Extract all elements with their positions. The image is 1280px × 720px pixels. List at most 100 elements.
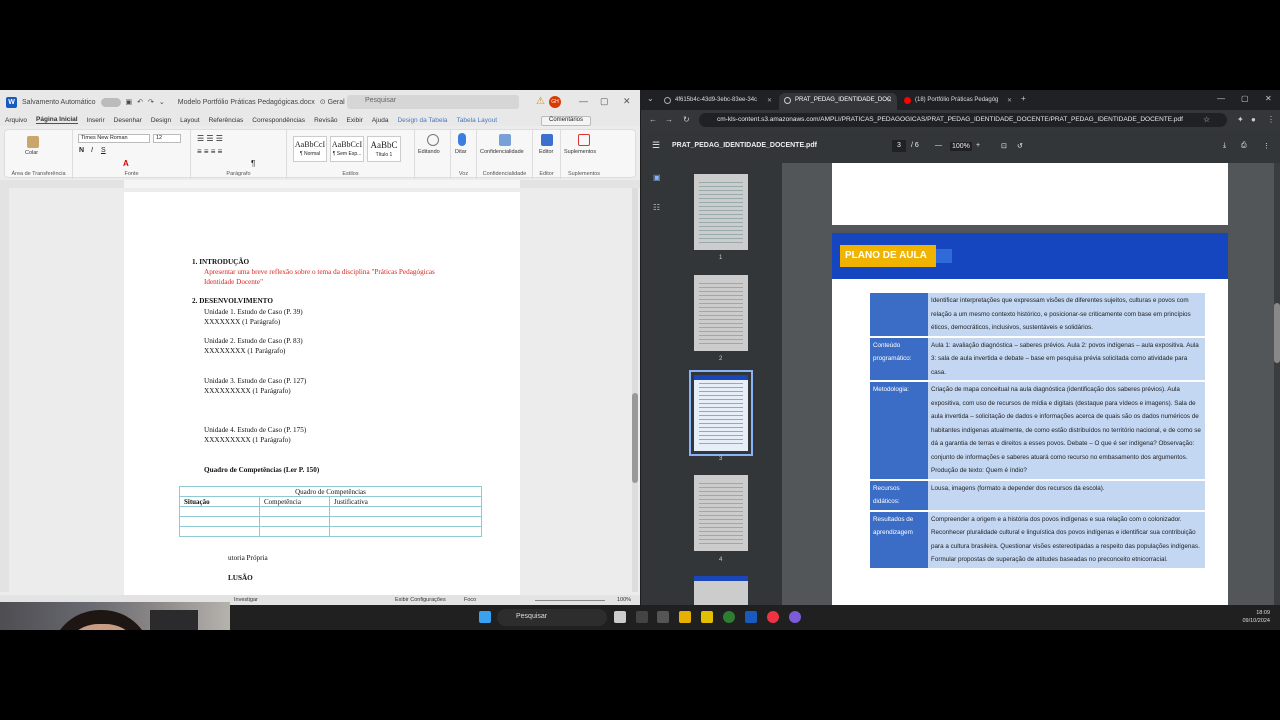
pdf-scrollbar[interactable]: [1274, 163, 1280, 605]
download-icon[interactable]: ⤓: [1223, 142, 1226, 150]
zoom-input[interactable]: 100%: [950, 142, 972, 151]
find-icon[interactable]: [427, 134, 439, 146]
paste-button[interactable]: Colar: [25, 150, 38, 156]
tab-exibir[interactable]: Exibir: [347, 117, 363, 124]
reload-icon[interactable]: ↻: [683, 115, 690, 124]
minimize-icon[interactable]: —: [1217, 94, 1225, 103]
close-icon[interactable]: ✕: [1265, 94, 1272, 103]
address-bar[interactable]: cm-kls-content.s3.amazonaws.com/AMPLI/PR…: [699, 113, 1227, 127]
folder-icon[interactable]: [679, 611, 691, 623]
editor-icon[interactable]: [541, 134, 553, 146]
more-options-icon[interactable]: ⋮: [1263, 142, 1270, 150]
undo-icon[interactable]: ↶: [137, 98, 143, 106]
vertical-ruler[interactable]: [0, 188, 9, 592]
font-size-select[interactable]: 12: [153, 134, 181, 143]
investigate-button[interactable]: Investigar: [234, 597, 258, 603]
app-icon[interactable]: [789, 611, 801, 623]
warning-icon[interactable]: ⚠: [536, 96, 545, 107]
pdf-viewer[interactable]: PLANO DE AULA Identificar interpretações…: [782, 163, 1280, 605]
tab-search-icon[interactable]: ⌄: [647, 94, 654, 103]
taskbar-clock[interactable]: 18:09 09/10/2024: [1230, 609, 1270, 625]
page-thumbnail[interactable]: [694, 275, 748, 351]
tab-pagina-inicial[interactable]: Página Inicial: [36, 116, 78, 124]
maximize-icon[interactable]: ▢: [1241, 94, 1249, 103]
font-color-icon[interactable]: A: [123, 159, 129, 168]
start-icon[interactable]: [479, 611, 491, 623]
sensitivity-icon[interactable]: [499, 134, 511, 146]
sidebar-menu-icon[interactable]: ☰: [652, 140, 660, 151]
close-tab-icon[interactable]: ✕: [1007, 97, 1012, 104]
addins-button[interactable]: Suplementos: [564, 149, 596, 155]
app-icon[interactable]: [636, 611, 648, 623]
addins-icon[interactable]: [578, 134, 590, 146]
comments-button[interactable]: Comentários: [541, 116, 591, 126]
new-tab-icon[interactable]: +: [1021, 94, 1026, 103]
style-normal[interactable]: AaBbCcI ¶ Normal: [293, 136, 327, 162]
paste-icon[interactable]: [27, 136, 39, 148]
tab-arquivo[interactable]: Arquivo: [5, 117, 27, 124]
align-icon[interactable]: ≡ ≡ ≡ ≡: [197, 147, 222, 156]
taskbar-search[interactable]: Pesquisar: [497, 609, 607, 626]
maximize-icon[interactable]: ▢: [600, 96, 609, 107]
word-search-input[interactable]: Pesquisar: [347, 95, 519, 109]
minimize-icon[interactable]: —: [579, 96, 588, 106]
browser-tab[interactable]: (18) Portfólio Práticas Pedagóg ✕: [899, 93, 1017, 110]
outline-icon[interactable]: ☷: [653, 203, 660, 212]
pilcrow-icon[interactable]: ¶: [251, 159, 255, 168]
forward-icon[interactable]: →: [665, 115, 673, 124]
page-number-input[interactable]: 3: [892, 140, 906, 152]
chrome-icon[interactable]: [767, 611, 779, 623]
terminal-icon[interactable]: [657, 611, 669, 623]
close-icon[interactable]: ✕: [623, 96, 631, 107]
page-thumbnail[interactable]: [694, 174, 748, 250]
tab-design[interactable]: Design: [151, 117, 171, 124]
browser-tab-active[interactable]: PRAT_PEDAG_IDENTIDADE_DOC ✕: [779, 93, 897, 110]
editing-button[interactable]: Editando: [418, 149, 440, 155]
tab-inserir[interactable]: Inserir: [87, 117, 105, 124]
tab-revisao[interactable]: Revisão: [314, 117, 337, 124]
chrome-menu-icon[interactable]: ⋮: [1267, 115, 1275, 124]
word-scrollbar[interactable]: [632, 188, 638, 592]
thumbnails-icon[interactable]: ▣: [653, 173, 661, 182]
redo-icon[interactable]: ↷: [148, 98, 154, 106]
app-icon[interactable]: [723, 611, 735, 623]
customize-icon[interactable]: ⌄: [159, 98, 165, 106]
close-tab-icon[interactable]: ✕: [767, 97, 772, 104]
back-icon[interactable]: ←: [649, 115, 657, 124]
tab-correspondencias[interactable]: Correspondências: [252, 117, 305, 124]
tab-tabela-layout[interactable]: Tabela Layout: [457, 117, 497, 124]
task-view-icon[interactable]: [614, 611, 626, 623]
autosave-toggle[interactable]: [100, 97, 121, 107]
bookmark-star-icon[interactable]: ☆: [1203, 115, 1210, 124]
display-settings-button[interactable]: Exibir Configurações: [395, 597, 446, 603]
italic-button[interactable]: I: [91, 147, 93, 154]
save-icon[interactable]: ▣: [126, 98, 133, 106]
tab-referencias[interactable]: Referências: [209, 117, 244, 124]
tab-desenhar[interactable]: Desenhar: [114, 117, 142, 124]
notes-icon[interactable]: [701, 611, 713, 623]
document-page[interactable]: 1. INTRODUÇÃO Apresentar uma breve refle…: [124, 192, 520, 602]
table-row[interactable]: [179, 526, 482, 537]
page-thumbnail[interactable]: [694, 475, 748, 551]
style-titulo-1[interactable]: AaBbC Título 1: [367, 136, 401, 162]
table-row[interactable]: [179, 516, 482, 527]
style-sem-espacamento[interactable]: AaBbCcI ¶ Sem Esp...: [330, 136, 364, 162]
zoom-out-icon[interactable]: —: [935, 142, 942, 149]
rotate-icon[interactable]: ↺: [1017, 142, 1023, 150]
editor-button[interactable]: Editor: [539, 149, 553, 155]
page-thumbnail-selected[interactable]: [689, 370, 753, 456]
underline-button[interactable]: S: [101, 147, 106, 154]
browser-tab[interactable]: 4f615b4c-43d9-3ebc-83ee-34c ✕: [659, 93, 777, 110]
extensions-icon[interactable]: ✦: [1237, 115, 1244, 124]
microphone-icon[interactable]: [458, 133, 466, 146]
user-avatar[interactable]: GH: [549, 96, 561, 108]
close-tab-icon[interactable]: ✕: [887, 97, 892, 104]
fit-page-icon[interactable]: ⊡: [1001, 142, 1007, 150]
bold-button[interactable]: N: [79, 147, 84, 154]
zoom-slider[interactable]: [535, 600, 605, 601]
zoom-level[interactable]: 100%: [617, 597, 631, 603]
competencies-table[interactable]: Quadro de Competências Situação Competên…: [179, 486, 482, 537]
zoom-in-icon[interactable]: +: [976, 142, 980, 149]
horizontal-ruler[interactable]: [0, 180, 640, 188]
confidentiality-button[interactable]: Confidencialidade: [480, 149, 524, 155]
